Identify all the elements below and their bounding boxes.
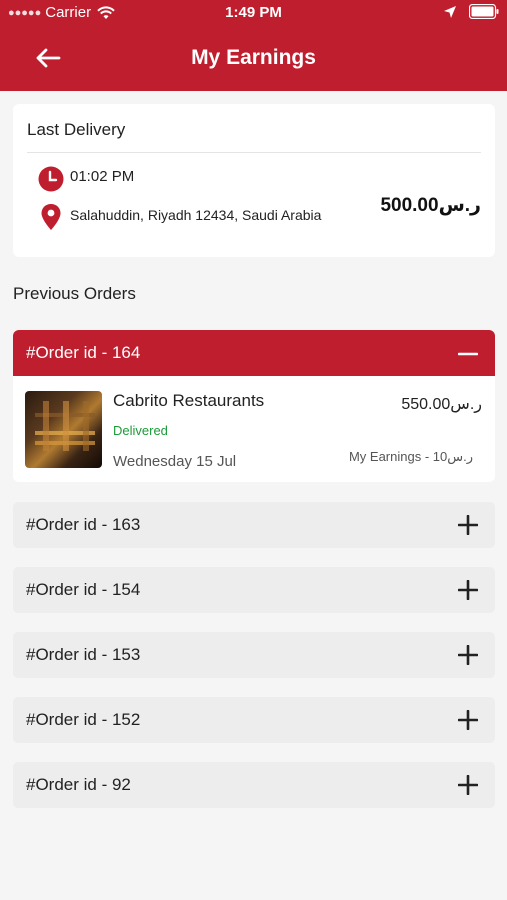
order-row-163[interactable]: #Order id - 163 — [13, 502, 495, 548]
plus-icon[interactable] — [458, 775, 478, 795]
last-delivery-card: Last Delivery 01:02 PM Salahuddin, Riyad… — [13, 104, 495, 257]
last-delivery-address: Salahuddin, Riyadh 12434, Saudi Arabia — [70, 207, 322, 223]
plus-icon[interactable] — [458, 645, 478, 665]
order-row-152[interactable]: #Order id - 152 — [13, 697, 495, 743]
order-row-92[interactable]: #Order id - 92 — [13, 762, 495, 808]
order-id-label: #Order id - 164 — [26, 343, 141, 362]
status-bar: ●●●●● Carrier 1:49 PM — [0, 0, 507, 28]
order-id-label: #Order id - 92 — [26, 775, 131, 794]
plus-icon[interactable] — [458, 515, 478, 535]
restaurant-name: Cabrito Restaurants — [113, 391, 265, 410]
order-status: Delivered — [113, 423, 168, 438]
order-id-label: #Order id - 153 — [26, 645, 141, 664]
page-title: My Earnings — [191, 46, 316, 69]
divider — [27, 152, 481, 153]
last-delivery-title: Last Delivery — [27, 120, 126, 139]
order-id-label: #Order id - 163 — [26, 515, 141, 534]
order-id-label: #Order id - 154 — [26, 580, 141, 599]
battery-icon — [469, 4, 499, 19]
order-earnings: My Earnings - 10ر.س — [348, 449, 473, 464]
plus-icon[interactable] — [458, 710, 478, 730]
order-row-154[interactable]: #Order id - 154 — [13, 567, 495, 613]
status-time: 1:49 PM — [225, 4, 282, 21]
order-amount: 550.00ر.س — [401, 396, 482, 413]
order-date: Wednesday 15 Jul — [113, 453, 237, 470]
last-delivery-time: 01:02 PM — [70, 168, 135, 185]
order-header-164[interactable]: #Order id - 164 — [13, 330, 495, 376]
previous-orders-title: Previous Orders — [13, 284, 136, 303]
restaurant-image — [25, 391, 102, 468]
order-row-153[interactable]: #Order id - 153 — [13, 632, 495, 678]
last-delivery-amount: 500.00ر.س — [380, 195, 481, 216]
location-arrow-icon — [444, 5, 456, 18]
location-pin-icon — [41, 204, 61, 230]
plus-icon[interactable] — [458, 580, 478, 600]
order-card-expanded: #Order id - 164 Cabrito Restaurants Deli… — [13, 330, 495, 482]
minus-icon[interactable] — [458, 344, 478, 364]
clock-icon — [38, 166, 64, 192]
order-id-label: #Order id - 152 — [26, 710, 141, 729]
app-header: ●●●●● Carrier 1:49 PM My Earnings — [0, 0, 507, 91]
status-right — [443, 4, 499, 19]
